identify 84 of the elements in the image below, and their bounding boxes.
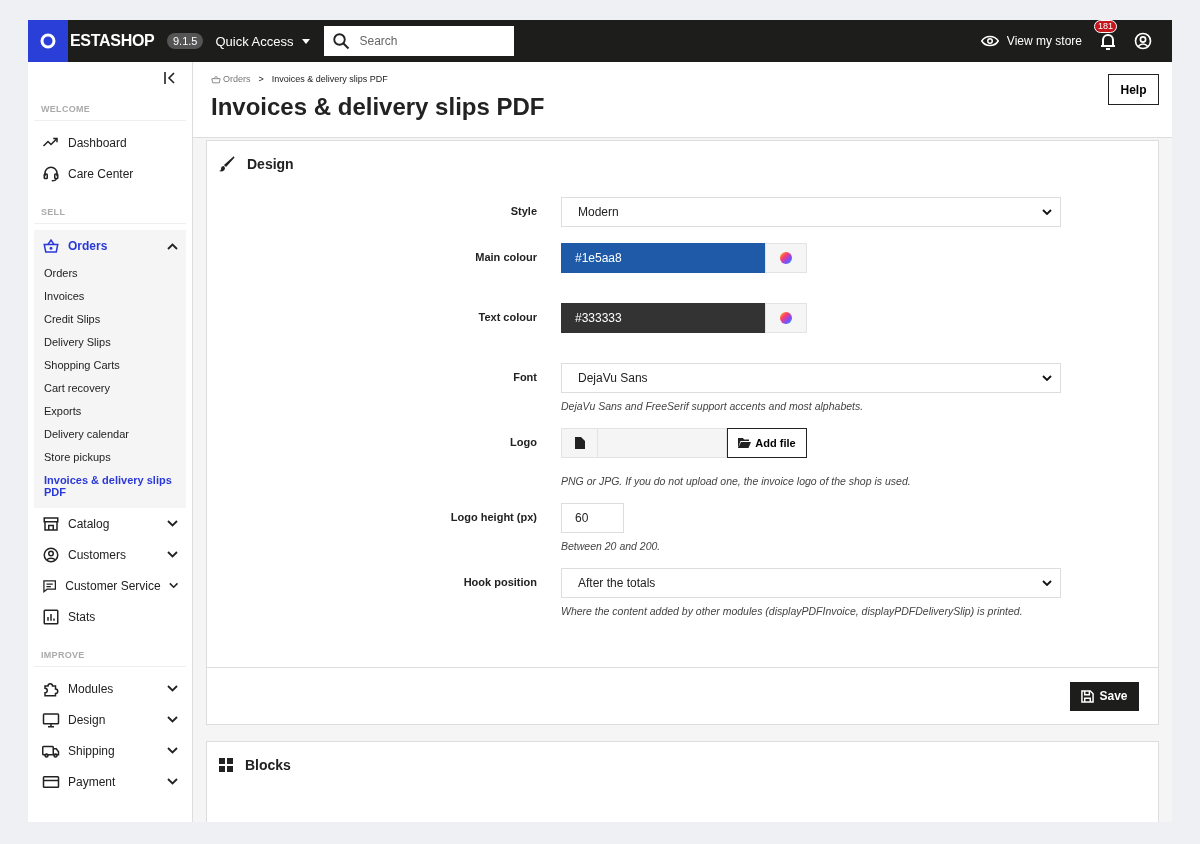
chevron-icon (167, 551, 178, 558)
notification-count: 181 (1094, 20, 1118, 33)
sidebar-item[interactable]: Design (34, 704, 186, 735)
field-label: Style (509, 204, 537, 219)
sidebar-item[interactable]: Customers (34, 539, 186, 570)
search-field[interactable]: Search (323, 26, 514, 56)
sidebar-item[interactable]: Orders (34, 230, 186, 262)
sidebar-item[interactable]: Stats (34, 601, 186, 632)
eye-icon (980, 34, 999, 48)
breadcrumb-current: Invoices & delivery slips PDF (271, 74, 388, 84)
version-badge: 9.1.5 (167, 33, 204, 49)
submenu-item[interactable]: Delivery calendar (34, 423, 186, 446)
account-icon[interactable] (1134, 32, 1152, 50)
caret-icon (1042, 375, 1052, 381)
file-field[interactable] (561, 428, 727, 458)
add-file-button[interactable]: Add file (727, 428, 807, 458)
collapse-icon[interactable] (164, 72, 176, 84)
section-heading: IMPROVE (34, 632, 186, 667)
caret-icon (301, 38, 310, 44)
save-button[interactable]: Save (1070, 681, 1139, 711)
color-picker-button[interactable] (765, 243, 807, 273)
caret-icon (1042, 209, 1052, 215)
basket-icon (211, 74, 221, 84)
submenu-item[interactable]: Exports (34, 400, 186, 423)
page-title: Invoices & delivery slips PDF (211, 93, 545, 121)
logo-text[interactable]: ESTASHOP (70, 32, 155, 50)
field-label: Logo height (px) (449, 510, 537, 525)
chevron-icon (167, 242, 178, 250)
sidebar-item[interactable]: Payment (34, 766, 186, 797)
sidebar-item[interactable]: Care Center (34, 158, 186, 189)
help-text: Between 20 and 200. (561, 540, 662, 552)
sidebar-item[interactable]: Customer Service (34, 570, 186, 601)
chevron-icon (167, 520, 178, 527)
submenu-item[interactable]: Orders (34, 262, 186, 285)
bell-icon[interactable] (1100, 32, 1116, 50)
submenu-item[interactable]: Store pickups (34, 446, 186, 469)
sidebar-item[interactable]: Dashboard (34, 127, 186, 158)
breadcrumb-separator: > (258, 74, 264, 84)
chevron-icon (168, 582, 178, 589)
folder-icon (738, 438, 752, 448)
brush-icon (219, 156, 235, 172)
card-title: Design (247, 156, 294, 172)
select-field[interactable]: DejaVu Sans (561, 363, 1061, 393)
help-text: DejaVu Sans and FreeSerif support accents and most alphabets. (561, 400, 865, 412)
chevron-icon (167, 685, 178, 692)
submenu-item[interactable]: Delivery Slips (34, 331, 186, 354)
color-field[interactable]: #1e5aa8 (561, 243, 765, 273)
submenu-item[interactable]: Shopping Carts (34, 354, 186, 377)
field-label: Main colour (474, 250, 537, 265)
submenu-item[interactable]: Cart recovery (34, 377, 186, 400)
card-title: Blocks (245, 757, 291, 773)
submenu-item[interactable]: Invoices & delivery slips PDF (34, 469, 186, 504)
chevron-icon (167, 747, 178, 754)
section-heading: SELL (34, 189, 186, 224)
grid-icon (219, 758, 233, 772)
field-label: Text colour (477, 310, 537, 325)
field-label: Font (512, 370, 537, 385)
submenu-item[interactable]: Invoices (34, 285, 186, 308)
select-field[interactable]: After the totals (561, 568, 1061, 598)
save-icon (1081, 689, 1095, 703)
logo-icon[interactable] (28, 20, 68, 62)
sidebar-item[interactable]: Catalog (34, 508, 186, 539)
chevron-icon (167, 716, 178, 723)
quick-access-button[interactable]: Quick Access (215, 33, 310, 49)
color-wheel-icon (779, 311, 793, 325)
select-field[interactable]: Modern (561, 197, 1061, 227)
color-field[interactable]: #333333 (561, 303, 765, 333)
section-heading: WELCOME (34, 86, 186, 121)
sidebar-item[interactable]: Modules (34, 673, 186, 704)
help-text: PNG or JPG. If you do not upload one, the invoice logo of the shop is used. (561, 475, 912, 487)
color-picker-button[interactable] (765, 303, 807, 333)
submenu-item[interactable]: Credit Slips (34, 308, 186, 331)
field-label: Logo (509, 435, 537, 450)
field-label: Hook position (462, 575, 537, 590)
number-field[interactable]: 60 (561, 503, 624, 533)
chevron-icon (167, 778, 178, 785)
caret-icon (1042, 580, 1052, 586)
breadcrumb-link[interactable]: Orders (211, 74, 251, 84)
color-wheel-icon (779, 251, 793, 265)
file-icon (574, 437, 585, 449)
help-text: Where the content added by other modules (displayPDFInvoice, displayPDFDeliverySlip) is printed. (561, 605, 1024, 617)
help-button[interactable]: Help (1108, 74, 1159, 105)
sidebar-item[interactable]: Shipping (34, 735, 186, 766)
view-store-link[interactable]: View my store (980, 34, 1082, 48)
